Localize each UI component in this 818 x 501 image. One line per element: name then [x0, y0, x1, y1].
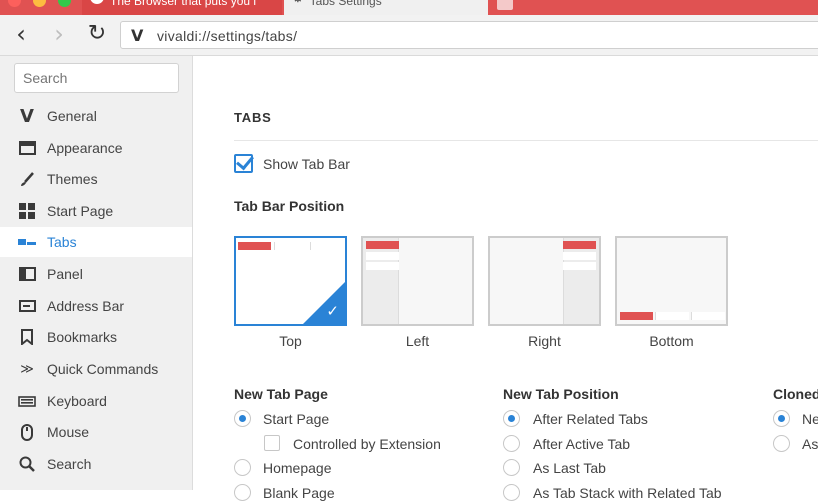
- url-field[interactable]: V vivaldi://settings/tabs/: [120, 21, 818, 49]
- close-window-button[interactable]: [8, 0, 21, 7]
- new-tab-page-blank-page-label: Blank Page: [263, 485, 335, 501]
- forward-button[interactable]: ›: [46, 22, 72, 48]
- sidebar-item-search[interactable]: Search: [0, 449, 192, 479]
- position-label-left: Left: [405, 333, 430, 349]
- maximize-window-button[interactable]: [58, 0, 71, 7]
- window-icon: [17, 138, 37, 158]
- settings-content: TABS Show Tab Bar Tab Bar Position ✓ Top…: [193, 56, 818, 501]
- as-tab-stack-radio[interactable]: [503, 484, 520, 501]
- new-tab-page-homepage-radio[interactable]: [234, 459, 251, 476]
- new-tab-page-blank-page-radio[interactable]: [234, 484, 251, 501]
- position-option-top[interactable]: ✓: [234, 236, 347, 326]
- position-option-bottom[interactable]: [615, 236, 728, 326]
- sidebar-item-label: Start Page: [47, 203, 114, 219]
- after-active-tab-radio[interactable]: [503, 435, 520, 452]
- tab-strip: The Browser that puts you i ⚙Tabs Settin…: [0, 0, 818, 15]
- chevron-right-icon: ›: [54, 20, 64, 48]
- sidebar-item-address-bar[interactable]: Address Bar: [0, 291, 192, 321]
- tab-bar-position-heading: Tab Bar Position: [234, 198, 345, 214]
- tab-title: Tabs Settings: [309, 0, 382, 8]
- tab-title: The Browser that puts you i: [110, 0, 257, 9]
- controlled-by-extension-checkbox[interactable]: [264, 435, 280, 451]
- as-last-tab-label: As Last Tab: [533, 460, 606, 476]
- sidebar-item-label: Mouse: [47, 424, 90, 440]
- checkmark-icon: ✓: [326, 302, 339, 320]
- vivaldi-icon: V: [20, 105, 34, 127]
- as-last-tab-radio[interactable]: [503, 459, 520, 476]
- new-tab-page-homepage-label: Homepage: [263, 460, 332, 476]
- back-button[interactable]: ‹: [8, 22, 34, 48]
- show-tab-bar-checkbox[interactable]: [234, 154, 253, 173]
- cloned-option-2-label: As: [802, 436, 818, 452]
- reload-icon: ↻: [87, 21, 107, 46]
- sidebar-item-keyboard[interactable]: Keyboard: [0, 386, 192, 416]
- sidebar-item-label: Tabs: [47, 234, 77, 250]
- url-text: vivaldi://settings/tabs/: [157, 28, 298, 44]
- sidebar-item-appearance[interactable]: Appearance: [0, 133, 192, 163]
- new-tab-page-heading: New Tab Page: [234, 386, 328, 402]
- section-divider: [234, 140, 818, 141]
- controlled-by-extension-label: Controlled by Extension: [293, 436, 441, 452]
- as-tab-stack-label: As Tab Stack with Related Tab: [533, 485, 722, 501]
- cloned-option-1-radio[interactable]: [773, 410, 790, 427]
- sidebar-item-label: Address Bar: [47, 298, 125, 314]
- new-tab-position-heading: New Tab Position: [503, 386, 619, 402]
- search-icon: [17, 454, 37, 474]
- after-related-tabs-label: After Related Tabs: [533, 411, 648, 427]
- new-tab-page-start-page-radio[interactable]: [234, 410, 251, 427]
- after-active-tab-label: After Active Tab: [533, 436, 631, 452]
- sidebar-item-panel[interactable]: Panel: [0, 259, 192, 289]
- vivaldi-site-icon: V: [131, 26, 144, 45]
- sidebar-item-label: Keyboard: [47, 393, 107, 409]
- cloned-option-2-radio[interactable]: [773, 435, 790, 452]
- address-toolbar: ‹ › ↻ V vivaldi://settings/tabs/: [0, 15, 818, 56]
- reload-button[interactable]: ↻: [84, 22, 110, 48]
- vivaldi-logo-icon: [90, 0, 104, 4]
- sidebar-item-start-page[interactable]: Start Page: [0, 196, 192, 226]
- cloned-option-1-label: Ne: [802, 411, 818, 427]
- sidebar-item-quick-commands[interactable]: ≫ Quick Commands: [0, 354, 192, 384]
- cloned-tab-heading: Cloned: [773, 386, 818, 402]
- position-option-right[interactable]: [488, 236, 601, 326]
- brush-icon: [17, 169, 37, 189]
- sidebar-item-label: Bookmarks: [47, 329, 118, 345]
- show-tab-bar-label: Show Tab Bar: [263, 156, 350, 172]
- grid-icon: [17, 201, 37, 221]
- address-bar-icon: [17, 296, 37, 316]
- selected-corner: [301, 280, 345, 324]
- position-label-bottom: Bottom: [649, 333, 694, 349]
- chevron-left-icon: ‹: [16, 20, 26, 48]
- new-tab-page-start-page-label: Start Page: [263, 411, 330, 427]
- settings-sidebar: V General Appearance Themes Start Page T…: [0, 56, 193, 490]
- bookmark-icon: [17, 327, 37, 347]
- sidebar-item-tabs[interactable]: Tabs: [0, 227, 192, 257]
- sidebar-item-bookmarks[interactable]: Bookmarks: [0, 322, 192, 352]
- sidebar-item-label: Search: [47, 456, 92, 472]
- after-related-tabs-radio[interactable]: [503, 410, 520, 427]
- sidebar-item-label: Themes: [47, 171, 98, 187]
- keyboard-icon: [17, 391, 37, 411]
- position-option-left[interactable]: [361, 236, 474, 326]
- mouse-icon: [17, 422, 37, 442]
- sidebar-item-label: Quick Commands: [47, 361, 159, 377]
- position-label-right: Right: [528, 333, 561, 349]
- new-tab-button[interactable]: [497, 0, 513, 10]
- sidebar-item-label: Appearance: [47, 140, 123, 156]
- settings-search-input[interactable]: [14, 63, 179, 93]
- sidebar-item-mouse[interactable]: Mouse: [0, 417, 192, 447]
- sidebar-item-label: Panel: [47, 266, 83, 282]
- tab-tabs-settings[interactable]: ⚙Tabs Settings: [284, 0, 488, 15]
- sidebar-item-themes[interactable]: Themes: [0, 164, 192, 194]
- sidebar-item-general[interactable]: V General: [0, 101, 192, 131]
- quick-commands-icon: ≫: [20, 361, 34, 377]
- tabs-icon: [17, 232, 37, 252]
- tab-vivaldi-home[interactable]: The Browser that puts you i: [82, 0, 282, 15]
- minimize-window-button[interactable]: [33, 0, 46, 7]
- position-label-top: Top: [279, 333, 302, 349]
- sidebar-item-label: General: [47, 108, 97, 124]
- panel-icon: [17, 264, 37, 284]
- section-title: TABS: [234, 110, 272, 125]
